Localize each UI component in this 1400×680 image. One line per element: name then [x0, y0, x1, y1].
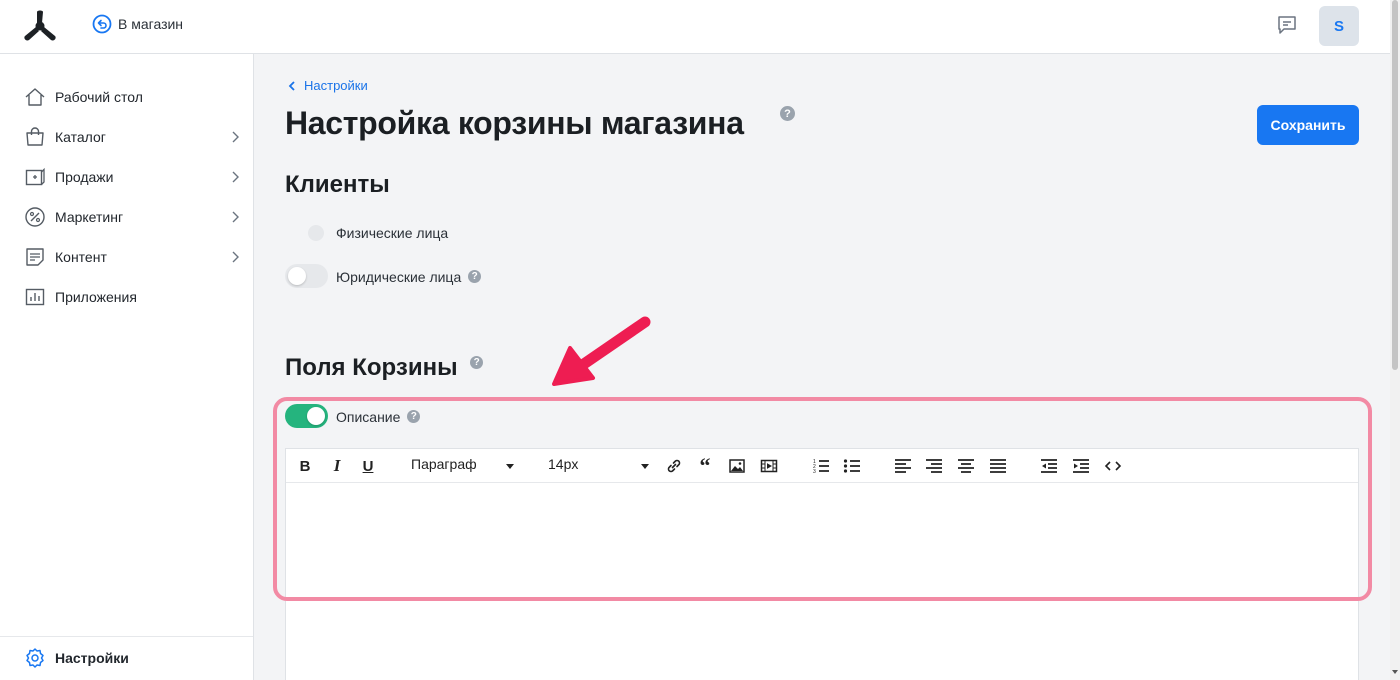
align-center-icon[interactable]	[956, 456, 976, 476]
help-icon[interactable]: ?	[470, 356, 484, 369]
align-left-icon[interactable]	[893, 456, 913, 476]
sidebar-item-marketing[interactable]: Маркетинг	[24, 203, 242, 231]
legal-entities-text: Юридические лица	[336, 269, 462, 285]
breadcrumb-label: Настройки	[304, 78, 368, 93]
clients-section-title: Клиенты	[285, 171, 390, 198]
sidebar-item-sales[interactable]: Продажи	[24, 163, 242, 191]
percent-icon	[24, 206, 46, 228]
description-toggle[interactable]	[285, 404, 328, 428]
sidebar-item-dashboard[interactable]: Рабочий стол	[24, 83, 242, 111]
indent-icon[interactable]	[1071, 456, 1091, 476]
editor-content-area[interactable]	[286, 484, 1358, 680]
logo-icon[interactable]	[22, 9, 58, 43]
bullet-list-icon[interactable]	[842, 456, 862, 476]
sidebar-item-settings[interactable]: Настройки	[24, 644, 242, 672]
description-label: Описание ?	[336, 409, 421, 425]
individuals-radio[interactable]	[308, 225, 324, 241]
video-icon[interactable]	[759, 456, 779, 476]
gear-icon	[24, 647, 46, 669]
sidebar-item-label: Маркетинг	[55, 209, 124, 225]
caret-down-icon	[506, 464, 514, 469]
sales-icon	[24, 166, 46, 188]
sidebar-item-label: Каталог	[55, 129, 106, 145]
sidebar-item-label: Рабочий стол	[55, 89, 143, 105]
save-button[interactable]: Сохранить	[1257, 105, 1359, 145]
underline-icon[interactable]: U	[361, 456, 375, 476]
paragraph-select[interactable]: Параграф	[411, 456, 516, 476]
page-title: Настройка корзины магазина	[285, 105, 744, 141]
sidebar-item-label: Контент	[55, 249, 107, 265]
bag-icon	[24, 126, 46, 148]
top-bar: В магазин S	[0, 0, 1390, 54]
caret-down-icon	[641, 464, 649, 469]
sidebar-item-label: Настройки	[55, 650, 129, 666]
legal-entities-toggle[interactable]	[285, 264, 328, 288]
paragraph-select-value: Параграф	[411, 456, 477, 472]
outdent-icon[interactable]	[1039, 456, 1059, 476]
chart-icon	[24, 286, 46, 308]
link-icon[interactable]	[664, 456, 684, 476]
annotation-arrow-icon	[552, 316, 651, 386]
quote-icon[interactable]: “	[695, 453, 715, 478]
editor-toolbar: B I U Параграф 14px “ 123	[286, 449, 1358, 483]
font-size-select[interactable]: 14px	[548, 456, 650, 476]
chat-icon[interactable]	[1276, 14, 1298, 36]
chevron-right-icon	[232, 251, 239, 263]
align-justify-icon[interactable]	[988, 456, 1008, 476]
font-size-select-value: 14px	[548, 456, 579, 472]
align-right-icon[interactable]	[924, 456, 944, 476]
chevron-right-icon	[232, 131, 239, 143]
sidebar-divider	[0, 636, 253, 637]
home-icon	[24, 86, 46, 108]
sidebar-item-label: Продажи	[55, 169, 114, 185]
ordered-list-icon[interactable]: 123	[811, 456, 831, 476]
cart-fields-title-text: Поля Корзины	[285, 354, 458, 381]
scroll-down-arrow-icon[interactable]	[1392, 670, 1398, 674]
cart-fields-section-title: Поля Корзины ?	[285, 354, 484, 382]
sidebar-item-catalog[interactable]: Каталог	[24, 123, 242, 151]
scrollbar-thumb[interactable]	[1392, 0, 1398, 370]
chevron-right-icon	[232, 171, 239, 183]
store-link[interactable]: В магазин	[92, 14, 183, 34]
sidebar-item-label: Приложения	[55, 289, 137, 305]
store-link-label: В магазин	[118, 16, 184, 32]
return-arrow-icon	[92, 14, 112, 34]
italic-icon[interactable]: I	[330, 456, 344, 476]
sidebar-item-apps[interactable]: Приложения	[24, 283, 242, 311]
description-text: Описание	[336, 409, 401, 425]
toggle-knob	[307, 407, 325, 425]
chevron-right-icon	[232, 211, 239, 223]
breadcrumb[interactable]: Настройки	[288, 78, 368, 93]
code-icon[interactable]	[1104, 456, 1122, 476]
chevron-left-icon	[288, 80, 295, 91]
individuals-label: Физические лица	[336, 225, 449, 241]
bold-icon[interactable]: B	[298, 456, 312, 476]
help-icon[interactable]: ?	[468, 270, 482, 283]
avatar[interactable]: S	[1319, 6, 1359, 46]
legal-entities-label: Юридические лица ?	[336, 269, 482, 285]
toggle-knob	[288, 267, 306, 285]
document-icon	[24, 246, 46, 268]
sidebar-item-content[interactable]: Контент	[24, 243, 242, 271]
sidebar: Рабочий стол Каталог Продажи Маркетинг К…	[0, 54, 254, 680]
description-editor: B I U Параграф 14px “ 123	[285, 448, 1359, 680]
svg-text:3: 3	[813, 469, 816, 475]
help-icon[interactable]: ?	[407, 410, 421, 423]
help-icon[interactable]: ?	[780, 106, 795, 121]
image-icon[interactable]	[727, 456, 747, 476]
